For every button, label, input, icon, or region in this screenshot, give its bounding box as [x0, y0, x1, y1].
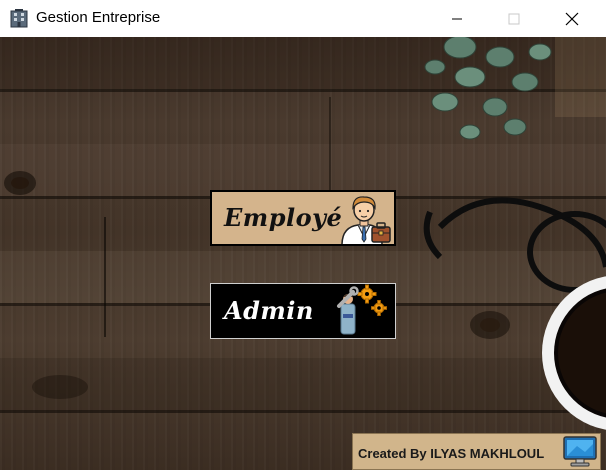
maximize-button[interactable]: [491, 0, 537, 37]
close-icon: [565, 12, 579, 25]
close-button[interactable]: [549, 0, 595, 37]
background-decor: [0, 37, 606, 430]
credit-banner: Created By ILYAS MAKHLOUL: [352, 433, 601, 470]
window-title: Gestion Entreprise: [36, 9, 161, 26]
credit-text: Created By ILYAS MAKHLOUL: [358, 446, 545, 461]
maximize-icon: [508, 13, 520, 24]
computer-monitor-icon: [563, 436, 597, 467]
employe-button-label: Employé: [224, 203, 343, 232]
businessman-icon: [341, 196, 391, 244]
admin-button[interactable]: Admin: [210, 283, 396, 339]
admin-button-label: Admin: [224, 296, 314, 325]
minimize-button[interactable]: [434, 0, 480, 37]
title-bar[interactable]: Gestion Entreprise: [0, 0, 606, 37]
admin-gears-icon: [337, 284, 387, 335]
employe-button[interactable]: Employé: [210, 190, 396, 246]
building-icon: [10, 9, 28, 28]
minimize-icon: [452, 18, 462, 19]
wood-background: [0, 37, 606, 470]
